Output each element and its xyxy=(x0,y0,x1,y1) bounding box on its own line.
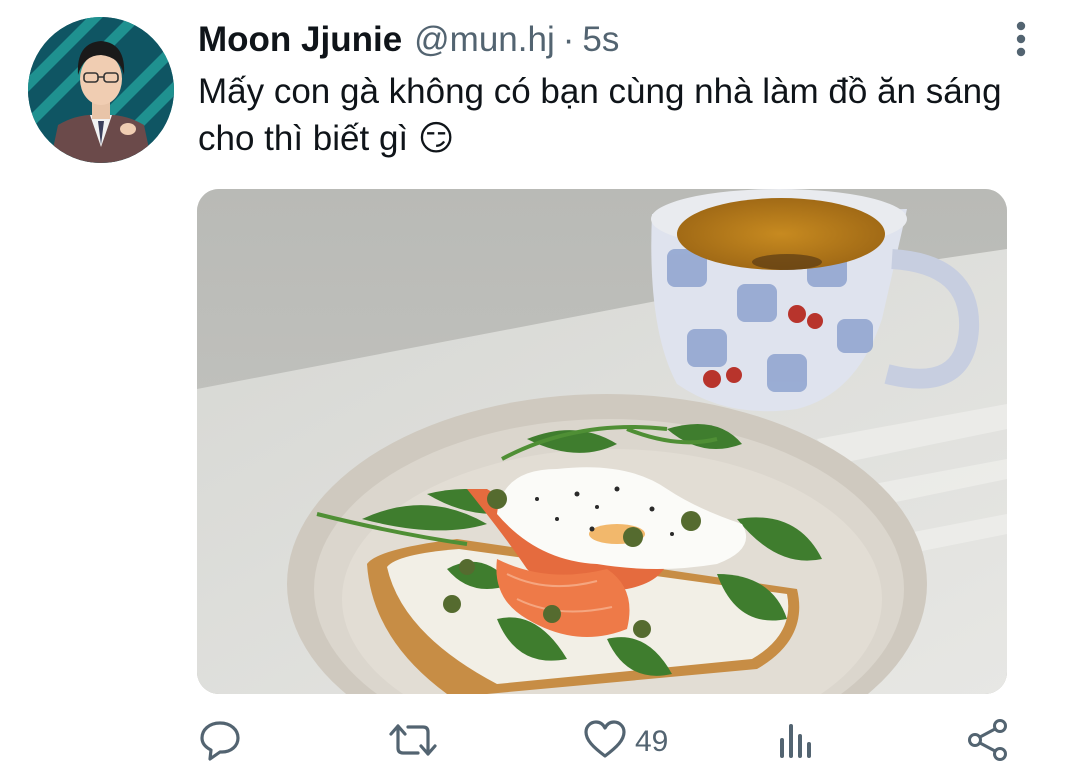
reply-icon xyxy=(198,718,242,767)
tweet-card: Moon Jjunie @mun.hj · 5s Mấy con gà khôn… xyxy=(0,0,1080,780)
tweet-photo[interactable] xyxy=(197,189,1007,694)
timestamp[interactable]: 5s xyxy=(582,20,619,60)
retweet-icon xyxy=(388,718,438,767)
tweet-text: Mấy con gà không có bạn cùng nhà làm đồ … xyxy=(198,72,1002,158)
like-button[interactable]: 49 xyxy=(583,712,668,772)
retweet-button[interactable] xyxy=(388,712,438,772)
breakfast-photo-image xyxy=(197,189,1007,694)
separator-dot: · xyxy=(562,20,575,59)
analytics-icon xyxy=(776,718,816,767)
share-button[interactable] xyxy=(966,712,1012,772)
share-icon xyxy=(966,718,1012,767)
avatar[interactable] xyxy=(28,17,174,163)
like-count: 49 xyxy=(635,725,669,758)
user-handle[interactable]: @mun.hj xyxy=(414,20,555,60)
tweet-action-bar: 49 xyxy=(0,712,1080,772)
display-name[interactable]: Moon Jjunie xyxy=(198,20,402,60)
reply-button[interactable] xyxy=(198,712,242,772)
heart-icon xyxy=(583,718,627,767)
analytics-button[interactable] xyxy=(776,712,816,772)
more-options-icon[interactable] xyxy=(1006,18,1036,60)
avatar-image xyxy=(28,17,174,163)
tweet-header: Moon Jjunie @mun.hj · 5s xyxy=(198,20,619,64)
